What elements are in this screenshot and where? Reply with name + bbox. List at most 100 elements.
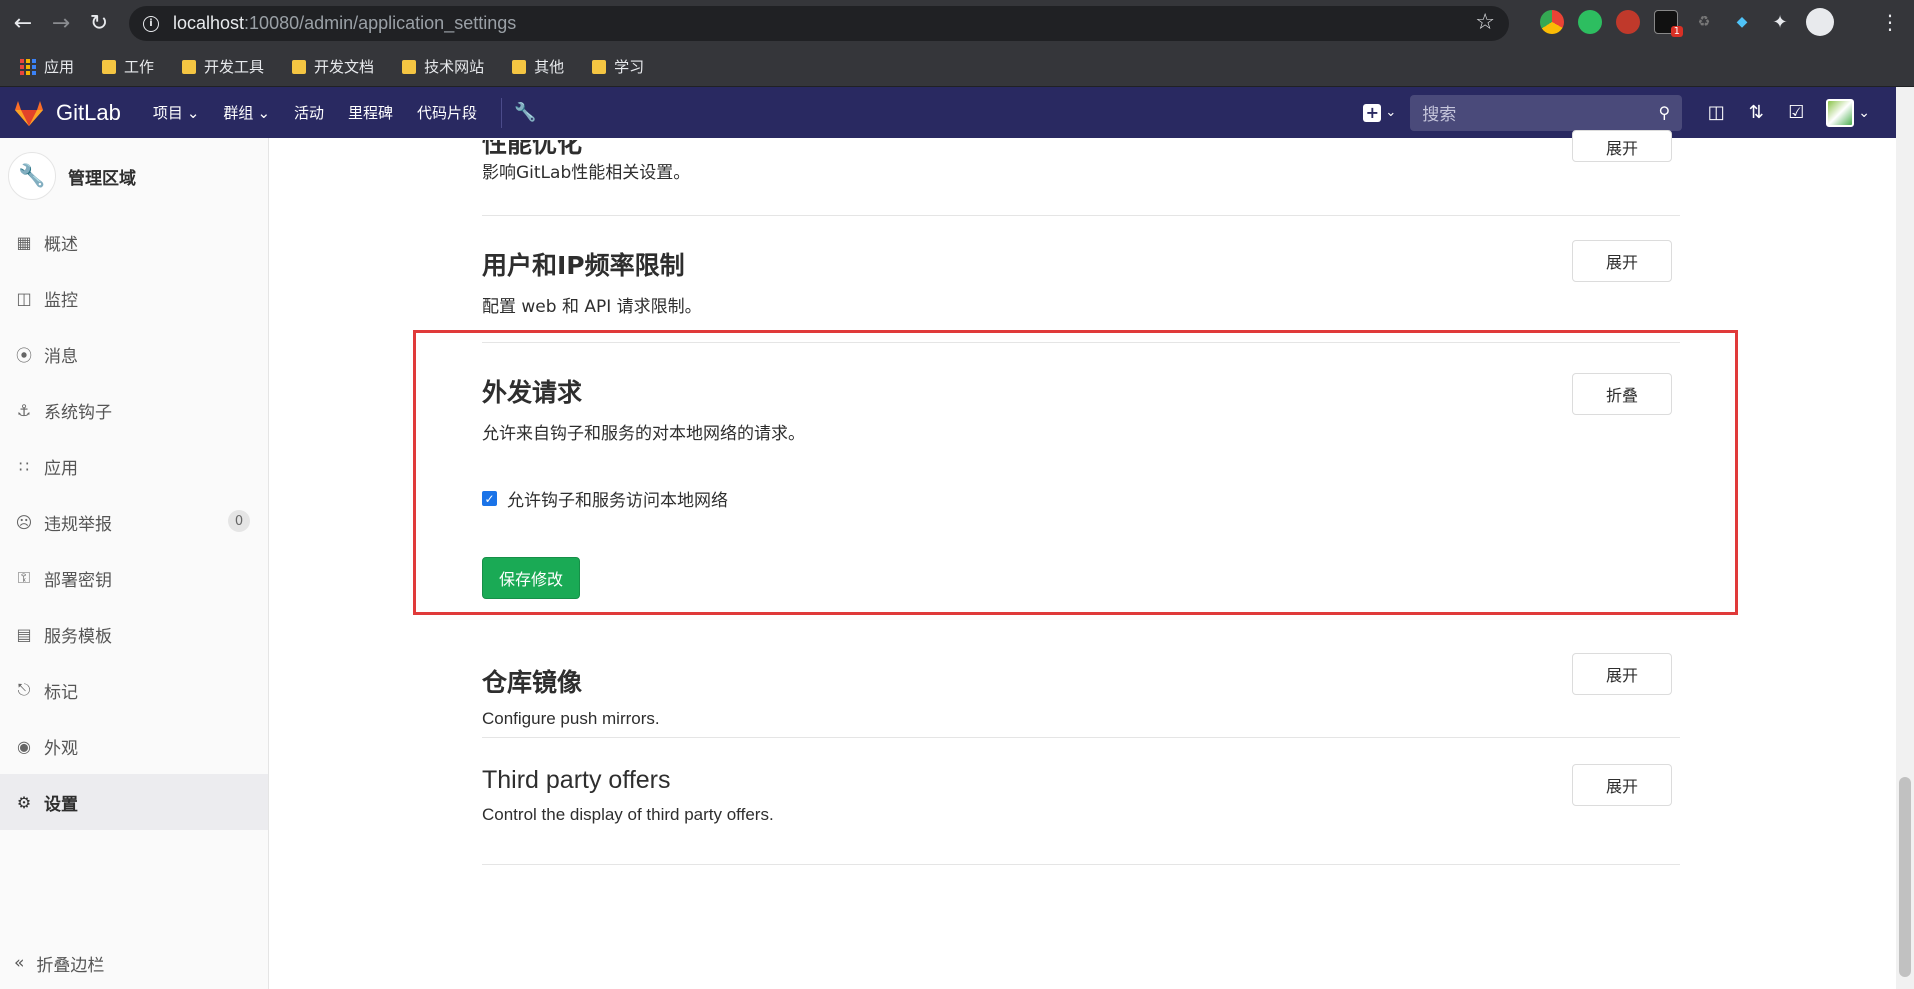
proxy-extension-icon[interactable]: 1 <box>1654 10 1683 37</box>
bookmark-label: 技术网站 <box>424 58 485 76</box>
url-host: localhost <box>173 13 245 33</box>
bookmarks-bar: 应用 工作 开发工具 开发文档 技术网站 其他 学习 <box>0 47 1914 87</box>
collapse-sidebar-label: 折叠边栏 <box>36 955 105 976</box>
search-input[interactable]: 搜索 ⚲ <box>1410 94 1683 131</box>
bookmark-folder[interactable]: 开发文档 <box>284 56 388 77</box>
apps-icon: ∷ <box>18 456 30 476</box>
bookmark-label: 学习 <box>614 58 645 76</box>
bookmark-label: 其他 <box>534 58 565 76</box>
sidebar-item-label: 部署密钥 <box>44 570 112 591</box>
gitlab-home-link[interactable]: GitLab <box>14 99 121 127</box>
bookmark-star-icon[interactable]: ☆ <box>1475 10 1495 35</box>
reload-icon[interactable]: ↻ <box>80 5 118 43</box>
settings-section-third-party-offers: Third party offers Control the display o… <box>482 738 1680 865</box>
chevron-down-icon[interactable]: ⌄ <box>1858 105 1870 121</box>
user-avatar[interactable] <box>1826 98 1855 127</box>
recycle-icon[interactable]: ♻ <box>1692 10 1716 34</box>
gear-icon: ⚙ <box>16 792 32 812</box>
sidebar-item-overview[interactable]: ▦ 概述 <box>0 214 268 270</box>
folder-icon <box>512 59 527 74</box>
settings-section-rate-limits: 用户和IP频率限制 配置 web 和 API 请求限制。 展开 <box>482 216 1680 343</box>
sidebar-item-system-hooks[interactable]: ⚓ 系统钩子 <box>0 382 268 438</box>
folder-icon <box>292 59 307 74</box>
extensions-bar: 1 ♻ ◆ ✦ <box>1540 8 1834 37</box>
bookmark-apps[interactable]: 应用 <box>12 56 88 77</box>
address-bar[interactable]: i localhost:10080/admin/application_sett… <box>129 6 1509 41</box>
search-icon: ⚲ <box>1658 102 1671 122</box>
bookmark-folder[interactable]: 技术网站 <box>394 56 498 77</box>
wrench-icon: 🔧 <box>8 152 56 200</box>
save-changes-button[interactable]: 保存修改 <box>482 557 580 599</box>
extension-badge: 1 <box>1670 26 1683 37</box>
grid-icon: ▦ <box>16 232 32 252</box>
nav-projects[interactable]: 项目 ⌄ <box>141 102 212 123</box>
more-vert-icon[interactable]: ⋮ <box>1880 10 1900 34</box>
diamond-icon[interactable]: ◆ <box>1730 10 1754 34</box>
sidebar-item-label: 应用 <box>44 458 78 479</box>
sidebar-item-label: 概述 <box>44 234 78 255</box>
bookmark-folder[interactable]: 其他 <box>504 56 578 77</box>
checkbox-label[interactable]: 允许钩子和服务访问本地网络 <box>507 486 728 511</box>
issues-icon[interactable]: ◫ <box>1696 93 1736 133</box>
browser-toolbar: ← → ↻ i localhost:10080/admin/applicatio… <box>0 0 1914 47</box>
sidebar-item-label: 设置 <box>44 794 78 815</box>
forward-arrow-icon[interactable]: → <box>42 5 80 43</box>
scrollbar-thumb[interactable] <box>1899 777 1911 977</box>
collapse-button[interactable]: 折叠 <box>1572 373 1672 415</box>
allow-local-requests-row: ✓ 允许钩子和服务访问本地网络 <box>482 486 1680 511</box>
bookmark-folder[interactable]: 工作 <box>94 56 168 77</box>
merge-requests-icon[interactable]: ⇅ <box>1736 93 1776 133</box>
profile-avatar-icon[interactable] <box>1806 8 1834 36</box>
nav-label: 代码片段 <box>417 104 478 122</box>
section-description: 影响GitLab性能相关设置。 <box>482 163 691 183</box>
sidebar-item-settings[interactable]: ⚙ 设置 <box>0 774 268 830</box>
admin-sidebar: 🔧 管理区域 ▦ 概述 ◫ 监控 ⦿ 消息 ⚓ 系统钩子 ∷ 应用 ☹ 违规举报 0 ⚿ 部署密… <box>0 138 269 989</box>
double-chevron-left-icon: « <box>14 953 25 973</box>
owl-extension-icon[interactable] <box>1616 10 1640 34</box>
expand-button[interactable]: 展开 <box>1572 764 1672 806</box>
collapse-sidebar-button[interactable]: « 折叠边栏 <box>14 937 104 989</box>
page-scrollbar[interactable] <box>1896 87 1914 989</box>
todos-icon[interactable]: ☑ <box>1776 93 1816 133</box>
sidebar-item-labels[interactable]: ⎋ 标记 <box>0 662 268 718</box>
abuse-count-badge: 0 <box>228 510 250 532</box>
sidebar-item-service-templates[interactable]: ▤ 服务模板 <box>0 606 268 662</box>
admin-wrench-icon[interactable]: 🔧 <box>514 102 536 123</box>
flag-face-icon: ☹ <box>15 512 33 532</box>
nav-activity[interactable]: 活动 <box>282 102 336 123</box>
nav-snippets[interactable]: 代码片段 <box>405 102 489 123</box>
sidebar-item-deploy-keys[interactable]: ⚿ 部署密钥 <box>0 550 268 606</box>
folder-icon <box>102 59 117 74</box>
sidebar-header[interactable]: 🔧 管理区域 <box>0 138 268 214</box>
expand-button[interactable]: 展开 <box>1572 653 1672 695</box>
evernote-icon[interactable] <box>1578 10 1602 34</box>
plus-icon: + <box>1363 103 1382 122</box>
expand-button[interactable]: 展开 <box>1572 130 1672 162</box>
sidebar-item-monitoring[interactable]: ◫ 监控 <box>0 270 268 326</box>
settings-section-outbound-requests: 外发请求 允许来自钩子和服务的对本地网络的请求。 折叠 ✓ 允许钩子和服务访问本… <box>482 343 1680 633</box>
bookmark-label: 应用 <box>44 58 75 76</box>
info-icon[interactable]: i <box>143 15 159 32</box>
bookmark-folder[interactable]: 开发工具 <box>174 56 278 77</box>
sidebar-item-label: 监控 <box>44 290 78 311</box>
sidebar-item-appearance[interactable]: ◉ 外观 <box>0 718 268 774</box>
bookmark-folder[interactable]: 学习 <box>584 56 658 77</box>
allow-local-requests-checkbox[interactable]: ✓ <box>482 491 497 506</box>
sidebar-item-label: 违规举报 <box>44 514 112 535</box>
sidebar-item-abuse-reports[interactable]: ☹ 违规举报 0 <box>0 494 268 550</box>
nav-groups[interactable]: 群组 ⌄ <box>211 102 282 123</box>
puzzle-icon[interactable]: ✦ <box>1768 10 1792 34</box>
sidebar-item-messages[interactable]: ⦿ 消息 <box>0 326 268 382</box>
sidebar-item-applications[interactable]: ∷ 应用 <box>0 438 268 494</box>
chevron-down-icon: ⌄ <box>257 103 271 122</box>
folder-icon <box>182 59 197 74</box>
expand-button[interactable]: 展开 <box>1572 240 1672 282</box>
new-dropdown-button[interactable]: + ⌄ <box>1363 103 1396 122</box>
nav-milestones[interactable]: 里程碑 <box>336 102 405 123</box>
gitlab-tanuki-icon <box>15 100 43 126</box>
nav-label: 群组 <box>223 104 254 122</box>
sidebar-item-label: 外观 <box>44 738 78 759</box>
chrome-extension-icon[interactable] <box>1540 10 1564 34</box>
search-placeholder: 搜索 <box>1422 105 1457 125</box>
back-arrow-icon[interactable]: ← <box>4 5 42 43</box>
